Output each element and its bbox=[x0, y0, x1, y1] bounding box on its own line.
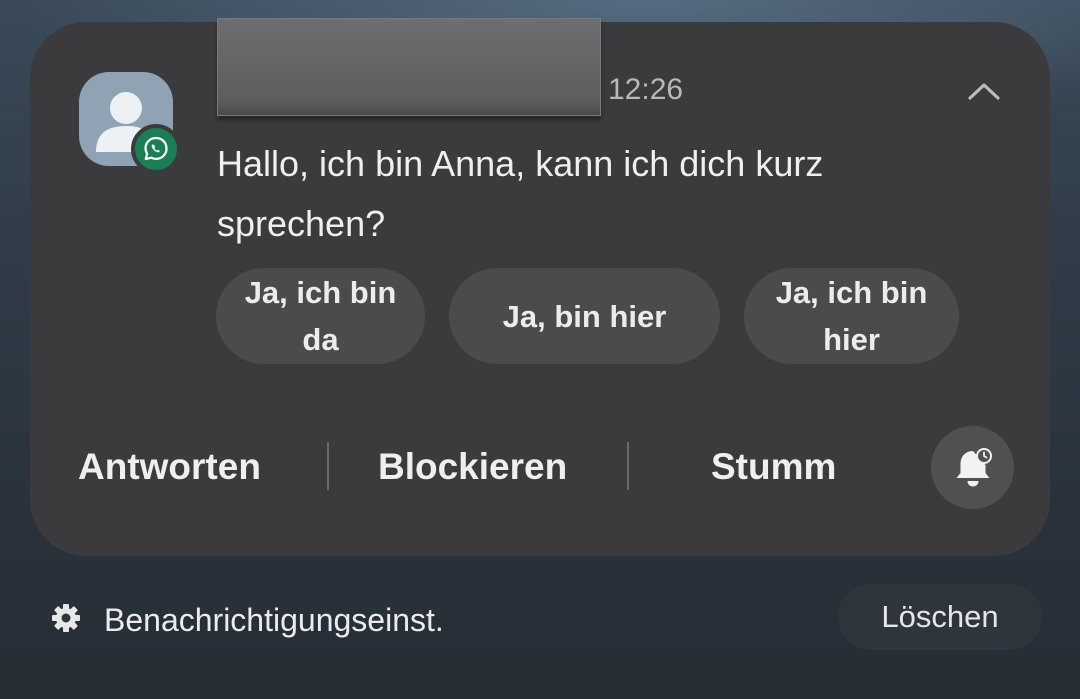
clear-button[interactable]: Löschen bbox=[838, 584, 1042, 650]
gear-icon bbox=[50, 602, 82, 639]
notification-card[interactable]: 12:26 Hallo, ich bin Anna, kann ich dich… bbox=[30, 18, 1050, 556]
action-divider bbox=[627, 442, 629, 490]
block-button[interactable]: Blockieren bbox=[378, 444, 567, 490]
smart-reply-chip[interactable]: Ja, ich bin da bbox=[216, 268, 425, 364]
smart-reply-chip[interactable]: Ja, bin hier bbox=[449, 268, 720, 364]
whatsapp-icon bbox=[131, 124, 181, 174]
smart-reply-label: Ja, ich bin hier bbox=[775, 275, 928, 357]
smart-reply-label: Ja, bin hier bbox=[502, 298, 667, 334]
notification-settings-link[interactable]: Benachrichtigungseinst. bbox=[50, 598, 444, 642]
notification-message: Hallo, ich bin Anna, kann ich dich kurz … bbox=[217, 143, 824, 244]
sender-name-redacted bbox=[217, 18, 601, 116]
settings-label: Benachrichtigungseinst. bbox=[104, 601, 444, 638]
notification-time: 12:26 bbox=[608, 73, 684, 106]
smart-reply-chip[interactable]: Ja, ich bin hier bbox=[744, 268, 959, 364]
reply-button[interactable]: Antworten bbox=[78, 444, 261, 490]
mute-button[interactable]: Stumm bbox=[711, 444, 836, 490]
smart-reply-label: Ja, ich bin da bbox=[244, 275, 397, 357]
chevron-up-icon[interactable] bbox=[960, 72, 1008, 108]
action-divider bbox=[327, 442, 329, 490]
bell-snooze-icon[interactable] bbox=[931, 426, 1014, 509]
